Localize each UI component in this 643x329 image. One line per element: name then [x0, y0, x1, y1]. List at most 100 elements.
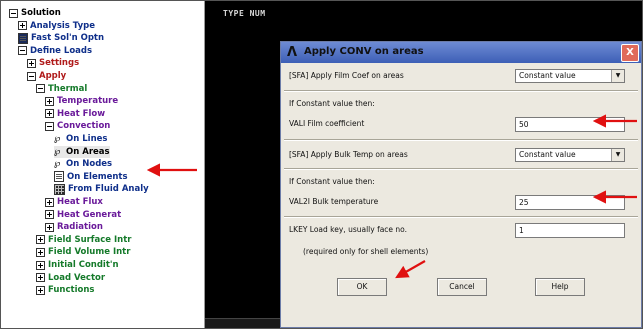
tree-item-label: Convection: [57, 121, 111, 132]
tree-item[interactable]: Field Surface Intr: [36, 234, 131, 246]
tree-item-label: On Areas: [66, 146, 110, 157]
film-coef-select[interactable]: Constant value ▼: [515, 69, 625, 83]
tree-item[interactable]: Initial Condit'n: [36, 259, 119, 271]
main-menu-tree: Solution Analysis Type Fast Sol'n Optn Defi…: [1, 1, 205, 328]
minus-box-icon[interactable]: [9, 8, 18, 18]
tree-item[interactable]: Apply: [27, 70, 66, 82]
plus-box-icon[interactable]: [45, 222, 54, 232]
plus-box-icon[interactable]: [36, 273, 45, 283]
tree-item[interactable]: From Fluid Analy: [54, 183, 149, 195]
tree-item[interactable]: Load Vector: [36, 272, 105, 284]
graphics-title: TYPE NUM: [223, 9, 266, 18]
film-coef-select-value: Constant value: [519, 71, 576, 80]
document-icon: [18, 32, 28, 44]
tree-item-label: Apply: [39, 71, 67, 81]
divider: [284, 90, 638, 92]
tree-item[interactable]: ℘ On Areas: [54, 145, 110, 158]
tree-item-label: On Elements: [67, 171, 128, 182]
tree-item-label: Temperature: [57, 96, 119, 107]
tree-item[interactable]: ℘ On Nodes: [54, 158, 112, 170]
tree-item-label: Fast Sol'n Optn: [31, 33, 105, 44]
tree-item[interactable]: Define Loads: [18, 45, 92, 57]
ansys-logo-icon: Λ: [287, 45, 298, 60]
lkey-input[interactable]: 1: [515, 223, 625, 238]
tree-item[interactable]: Field Volume Intr: [36, 246, 130, 258]
tree-item[interactable]: Settings: [27, 57, 79, 69]
bulk-temperature-input[interactable]: 25: [515, 195, 625, 210]
dialog-title: Apply CONV on areas: [304, 46, 424, 57]
tree-item[interactable]: Convection: [45, 120, 110, 132]
film-coefficient-label: VALI Film coefficient: [289, 119, 365, 128]
tree-item[interactable]: Radiation: [45, 221, 103, 233]
tree-item-label: Analysis Type: [30, 20, 95, 31]
plus-box-icon[interactable]: [36, 235, 45, 245]
tree-item-label: From Fluid Analy: [68, 184, 149, 195]
tree-item-label: Heat Generat: [57, 209, 122, 220]
plus-box-icon[interactable]: [36, 247, 45, 257]
tree-item-label: Initial Condit'n: [48, 260, 119, 270]
plus-box-icon[interactable]: [45, 109, 54, 119]
bulk-temp-label: [SFA] Apply Bulk Temp on areas: [289, 150, 408, 159]
tree-item[interactable]: On Elements: [54, 171, 128, 183]
divider: [284, 216, 638, 218]
bulk-temp-select-value: Constant value: [519, 150, 576, 159]
lkey-note: (required only for shell elements): [303, 247, 429, 256]
divider: [284, 168, 638, 170]
minus-box-icon[interactable]: [18, 46, 27, 56]
tree-item-label: Field Surface Intr: [48, 234, 132, 245]
section2-label: If Constant value then:: [289, 177, 375, 186]
plus-box-icon[interactable]: [36, 260, 45, 270]
tree-item[interactable]: ℘ On Lines: [54, 133, 107, 145]
tree-item-label: Heat Flux: [57, 197, 103, 207]
bulk-temperature-label: VAL2I Bulk temperature: [289, 197, 379, 206]
plus-box-icon[interactable]: [27, 58, 36, 68]
minus-box-icon[interactable]: [27, 71, 36, 81]
tree-item[interactable]: Solution: [9, 7, 61, 19]
tree-item-label: Field Volume Intr: [48, 247, 131, 258]
chevron-down-icon[interactable]: ▼: [611, 149, 624, 161]
minus-box-icon[interactable]: [36, 84, 45, 94]
tree-item-label: On Nodes: [66, 159, 113, 170]
tree-item[interactable]: Analysis Type: [18, 20, 95, 32]
tree-item[interactable]: Heat Flow: [45, 108, 105, 120]
grid-icon: [54, 183, 65, 195]
section1-label: If Constant value then:: [289, 99, 375, 108]
plus-box-icon[interactable]: [45, 96, 54, 106]
film-coefficient-input[interactable]: 50: [515, 117, 625, 132]
tree-item[interactable]: Fast Sol'n Optn: [18, 32, 104, 44]
screenshot-frame: Solution Analysis Type Fast Sol'n Optn Defi…: [0, 0, 643, 329]
apply-conv-dialog: Λ Apply CONV on areas X [SFA] Apply Film…: [280, 41, 642, 328]
tree-item-label: Radiation: [57, 222, 103, 233]
ok-button[interactable]: OK: [337, 278, 387, 296]
plus-box-icon[interactable]: [45, 210, 54, 220]
tree-item-label: Define Loads: [30, 45, 93, 56]
tree-item-label: Settings: [39, 58, 80, 69]
lkey-label: LKEY Load key, usually face no.: [289, 225, 408, 234]
tree-item-label: Thermal: [48, 83, 88, 94]
tree-item-label: Functions: [48, 285, 95, 296]
function-icon: ℘: [54, 146, 61, 157]
dialog-titlebar[interactable]: Λ Apply CONV on areas X: [281, 42, 641, 63]
help-button[interactable]: Help: [535, 278, 585, 296]
film-coef-label: [SFA] Apply Film Coef on areas: [289, 71, 404, 80]
tree-item[interactable]: Heat Flux: [45, 196, 103, 208]
chevron-down-icon[interactable]: ▼: [611, 70, 624, 82]
tree-item[interactable]: Thermal: [36, 83, 87, 95]
close-button[interactable]: X: [621, 44, 639, 62]
tree-item-label: Load Vector: [48, 272, 106, 283]
cancel-button[interactable]: Cancel: [437, 278, 487, 296]
minus-box-icon[interactable]: [45, 121, 54, 131]
plus-box-icon[interactable]: [18, 21, 27, 31]
plus-box-icon[interactable]: [45, 197, 54, 207]
tree-item[interactable]: Functions: [36, 284, 94, 296]
tree-item-label: Solution: [21, 8, 61, 18]
tree-item-label: Heat Flow: [57, 108, 106, 119]
divider: [284, 139, 638, 141]
tree-item[interactable]: Heat Generat: [45, 209, 121, 221]
tree-item[interactable]: Temperature: [45, 95, 118, 107]
plus-box-icon[interactable]: [36, 285, 45, 295]
function-icon: ℘: [54, 159, 61, 170]
function-icon: ℘: [54, 134, 61, 144]
bulk-temp-select[interactable]: Constant value ▼: [515, 148, 625, 162]
tree-item-label: On Lines: [66, 134, 108, 144]
